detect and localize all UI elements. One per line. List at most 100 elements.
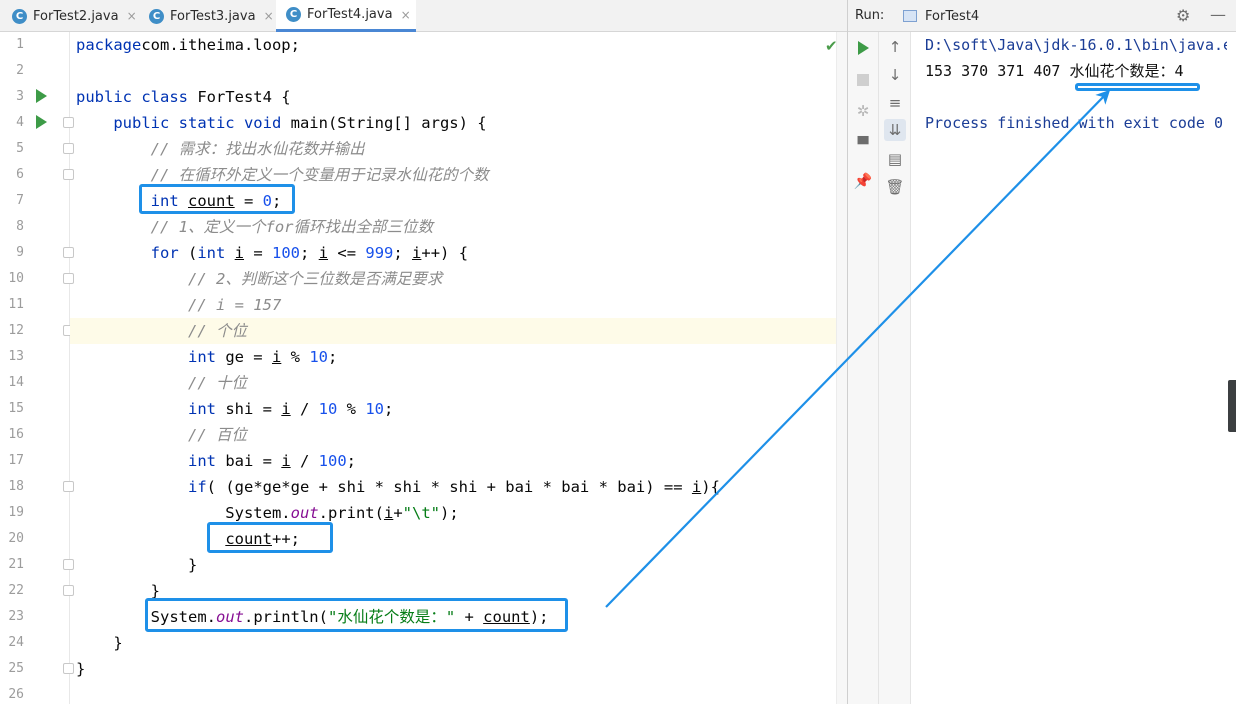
code-line[interactable]: int shi = i / 10 % 10; [76,396,393,422]
up-arrow-icon[interactable]: ↑ [884,36,906,58]
close-icon[interactable]: × [127,9,137,23]
code-line[interactable]: // 十位 [76,370,247,396]
code-token: i [281,400,291,418]
code-token: for [150,244,179,262]
line-number: 4 [16,115,24,130]
tab-run-fortest4[interactable]: ForTest4 [903,0,979,32]
code-token: / [290,452,319,470]
line-number: 2 [16,63,24,78]
java-class-icon: C [12,8,27,24]
line-number: 12 [8,323,24,338]
code-token: "\t" [402,504,440,522]
code-token: i [234,244,245,262]
code-token: i [691,478,702,496]
tab-fortest4[interactable]: C ForTest4.java × [276,0,416,32]
code-token: // 百位 [187,426,247,444]
line-number: 9 [16,245,24,260]
code-line[interactable]: int bai = i / 100; [76,448,356,474]
layout-icon[interactable]: ▀ [852,134,874,156]
code-token: 100 [272,244,301,262]
code-token: ; [393,244,413,262]
code-line[interactable]: // 百位 [76,422,247,448]
code-token: bai = [215,452,282,470]
console-output[interactable]: D:\soft\Java\jdk-16.0.1\bin\java.exe 153 … [911,32,1227,704]
trash-icon[interactable]: 🗑 [884,176,906,198]
code-token: public class [76,88,188,106]
line-number: 26 [8,687,24,702]
line-number: 16 [8,427,24,442]
rerun-icon[interactable] [852,37,874,59]
console-scrollbar[interactable] [1227,32,1236,704]
code-line[interactable]: } [76,552,197,578]
line-number: 10 [8,271,24,286]
code-line[interactable]: packagecom.itheima.loop; [76,32,300,58]
code-line[interactable]: } [76,630,122,656]
code-token: public static void [113,114,282,132]
run-toolbar-left: ✲ ▀ 📌 [848,32,879,704]
line-number: 6 [16,167,24,182]
line-number: 13 [8,349,24,364]
scrollbar-thumb[interactable] [1228,380,1236,432]
java-class-icon: C [286,7,301,22]
run-main-icon[interactable] [36,115,47,129]
close-icon[interactable]: × [401,8,411,22]
scroll-to-end-icon[interactable]: ⇊ [884,119,906,141]
line-number: 5 [16,141,24,156]
code-token: // 个位 [187,322,247,340]
run-header: Run: ForTest4 ⚙ — [848,0,1236,32]
close-icon[interactable]: × [264,9,274,23]
tab-fortest3[interactable]: C ForTest3.java × [139,0,276,32]
code-line[interactable]: // i = 157 [76,292,281,318]
code-line[interactable]: // 2、判断这个三位数是否满足要求 [76,266,442,292]
gear-icon[interactable]: ⚙ [1176,6,1190,25]
code-line[interactable]: // 需求：找出水仙花数并输出 [76,136,365,162]
run-class-icon[interactable] [36,89,47,103]
code-line[interactable]: if( (ge*ge*ge + shi * shi * shi + bai * … [76,474,720,500]
code-token: ); [439,504,459,522]
tab-fortest2[interactable]: C ForTest2.java × [2,0,139,32]
console-file-icon [903,10,917,22]
code-token: ; [328,348,338,366]
console-line: D:\soft\Java\jdk-16.0.1\bin\java.exe [925,36,1227,54]
code-line[interactable]: public class ForTest4 { [76,84,291,110]
editor-scrollbar[interactable] [836,32,847,704]
debug-icon[interactable]: ✲ [852,100,874,122]
line-number: 22 [8,583,24,598]
hide-icon[interactable]: — [1210,5,1226,24]
annotation-box-output [1075,83,1200,91]
code-token: com.itheima.loop; [141,36,300,54]
code-line[interactable]: } [76,656,85,682]
code-line[interactable]: for (int i = 100; i <= 999; i++) { [76,240,468,266]
line-number: 15 [8,401,24,416]
code-token: package [76,36,142,54]
code-token: } [76,660,86,678]
print-icon[interactable]: ▤ [884,148,906,170]
down-arrow-icon[interactable]: ↓ [884,64,906,86]
code-token: = [244,244,273,262]
line-number: 21 [8,557,24,572]
code-token: // 在循环外定义一个变量用于记录水仙花的个数 [150,166,489,184]
editor-tab-bar: C ForTest2.java × C ForTest3.java × C Fo… [0,0,847,32]
line-number: 14 [8,375,24,390]
code-token: 10 [365,400,384,418]
code-token: 999 [365,244,394,262]
code-token: shi = [215,400,282,418]
code-line[interactable]: // 个位 [76,318,247,344]
code-token: int [187,400,216,418]
line-number: 11 [8,297,24,312]
soft-wrap-icon[interactable]: ≡ [884,92,906,114]
code-line[interactable]: int ge = i % 10; [76,344,337,370]
pin-icon[interactable]: 📌 [852,170,874,192]
code-token: ge = [215,348,272,366]
stop-icon[interactable] [852,69,874,91]
code-token: // 需求：找出水仙花数并输出 [150,140,365,158]
tab-label: ForTest4.java [307,7,393,22]
code-line[interactable]: public static void main(String[] args) { [76,110,486,136]
code-line[interactable]: // 1、定义一个for循环找出全部三位数 [76,214,433,240]
